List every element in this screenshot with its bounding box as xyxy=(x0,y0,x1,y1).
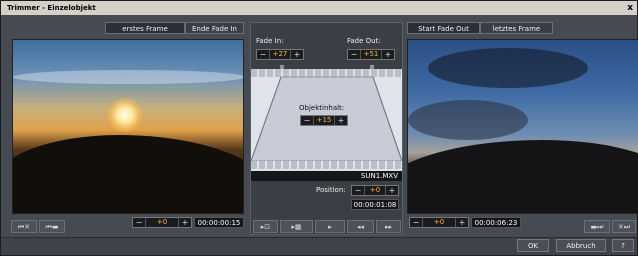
decrement-button[interactable]: − xyxy=(348,50,360,59)
hill-shape xyxy=(408,140,638,213)
cloud-shape xyxy=(408,100,528,140)
go-last-button[interactable]: ▬⏭ xyxy=(584,220,610,233)
clip-name: SUN1.MXV xyxy=(251,171,402,181)
decrement-button[interactable]: − xyxy=(352,186,364,195)
fade-in-value[interactable]: +27 xyxy=(269,50,291,59)
position-stepper[interactable]: − +0 + xyxy=(351,185,399,196)
fade-curve-area[interactable]: Objektinhalt: − +15 + xyxy=(251,69,402,179)
fade-out-label: Fade Out: xyxy=(347,37,381,45)
decrement-button[interactable]: − xyxy=(133,218,145,227)
object-content-value[interactable]: +15 xyxy=(313,116,335,125)
rewind-button[interactable]: ◂◂ xyxy=(347,220,374,233)
play-clip-button[interactable]: ▸▦ xyxy=(280,220,313,233)
last-frame-timecode: 00:00:06:23 xyxy=(471,217,521,228)
help-button[interactable]: ? xyxy=(612,239,634,252)
decrement-button[interactable]: − xyxy=(410,218,422,227)
decrement-button[interactable]: − xyxy=(257,50,269,59)
window-title: Trimmer - Einzelobjekt xyxy=(7,4,96,12)
increment-button[interactable]: + xyxy=(335,116,347,125)
play-from-start-button[interactable]: ▸⊡ xyxy=(253,220,278,233)
go-first-button[interactable]: ⏮▬ xyxy=(39,220,65,233)
tab-end-fade-in[interactable]: Ende Fade In xyxy=(185,22,244,34)
first-frame-timecode: 00:00:00:15 xyxy=(194,217,244,228)
fast-forward-button[interactable]: ▸▸ xyxy=(376,220,401,233)
fade-editor-panel: Fade In: Fade Out: − +27 + − +51 + Objek… xyxy=(250,22,403,235)
increment-button[interactable]: + xyxy=(456,218,468,227)
trimmer-window: Trimmer - Einzelobjekt x erstes Frame En… xyxy=(0,0,638,256)
tab-last-frame[interactable]: letztes Frame xyxy=(480,22,553,34)
tab-start-fade-out[interactable]: Start Fade Out xyxy=(407,22,480,34)
fade-out-stepper[interactable]: − +51 + xyxy=(347,49,395,60)
increment-button[interactable]: + xyxy=(179,218,191,227)
play-button[interactable]: ▸ xyxy=(315,220,345,233)
go-last-delete-button[interactable]: ✕⏭ xyxy=(612,220,636,233)
first-frame-preview xyxy=(12,39,244,214)
decrement-button[interactable]: − xyxy=(301,116,313,125)
go-first-delete-button[interactable]: ⏮✕ xyxy=(11,220,37,233)
position-timecode: 00:00:01:08 xyxy=(351,199,399,210)
fade-in-label: Fade In: xyxy=(256,37,284,45)
object-content-label: Objektinhalt: xyxy=(299,104,345,112)
increment-button[interactable]: + xyxy=(386,186,398,195)
close-icon[interactable]: x xyxy=(627,1,633,15)
cloud-shape xyxy=(428,48,588,88)
fade-in-stepper[interactable]: − +27 + xyxy=(256,49,304,60)
last-frame-offset[interactable]: +0 xyxy=(422,218,456,227)
tab-first-frame[interactable]: erstes Frame xyxy=(105,22,185,34)
first-frame-stepper[interactable]: − +0 + xyxy=(132,217,192,228)
sun-shape xyxy=(108,98,142,132)
increment-button[interactable]: + xyxy=(382,50,394,59)
fade-out-value[interactable]: +51 xyxy=(360,50,382,59)
position-label: Position: xyxy=(316,186,346,194)
first-frame-offset[interactable]: +0 xyxy=(145,218,179,227)
cancel-button[interactable]: Abbruch xyxy=(556,239,606,252)
ok-button[interactable]: OK xyxy=(517,239,549,252)
title-bar: Trimmer - Einzelobjekt x xyxy=(1,1,637,15)
cloud-shape xyxy=(13,70,243,84)
position-value[interactable]: +0 xyxy=(364,186,386,195)
film-strip-bottom xyxy=(251,161,402,169)
last-frame-stepper[interactable]: − +0 + xyxy=(409,217,469,228)
hill-shape xyxy=(13,135,243,213)
last-frame-preview xyxy=(407,39,638,214)
increment-button[interactable]: + xyxy=(291,50,303,59)
object-content-stepper[interactable]: − +15 + xyxy=(300,115,348,126)
